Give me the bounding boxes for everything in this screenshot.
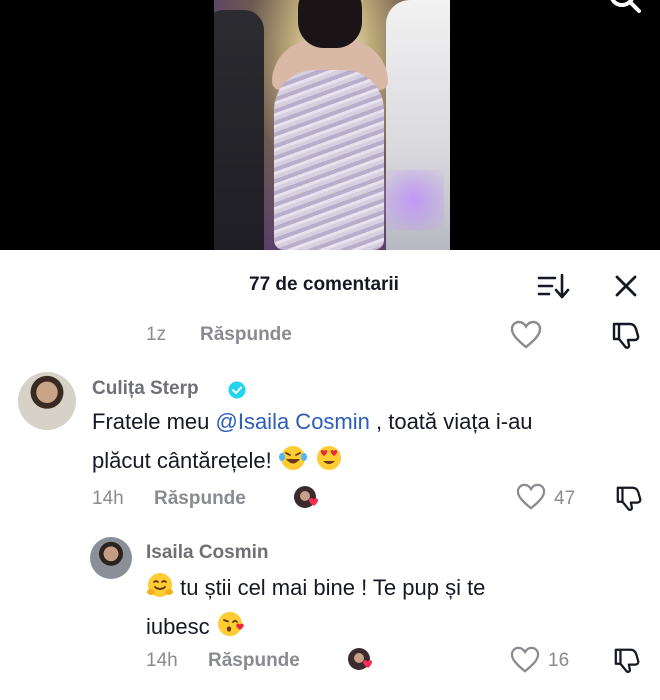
creator-liked-avatar-icon <box>348 648 373 670</box>
comments-header: 77 de comentarii <box>0 252 660 314</box>
laughing-tears-emoji <box>278 446 307 470</box>
comment-text-part: tu știi cel mai bine ! Te pup și te <box>174 575 486 600</box>
like-count: 16 <box>548 650 570 671</box>
reply-button[interactable]: Răspunde <box>208 650 300 672</box>
comment-timestamp: 14h <box>92 488 124 509</box>
video-singer-hair <box>298 0 362 48</box>
comment-timestamp: 1z <box>146 324 167 345</box>
comment-username[interactable]: Isaila Cosmin <box>146 542 269 564</box>
close-icon[interactable] <box>610 270 642 302</box>
like-count: 47 <box>554 488 576 509</box>
comment-text: Fratele meu @Isaila Cosmin , toată viața… <box>92 402 652 480</box>
video-singer-dress <box>274 70 384 250</box>
dislike-icon[interactable] <box>612 646 642 674</box>
comments-panel: 77 de comentarii 1z Răspunde Culița Ster… <box>0 252 660 700</box>
comment-text-part: Fratele meu <box>92 409 216 434</box>
creator-liked-avatar-icon <box>294 486 319 508</box>
video-player[interactable] <box>0 0 660 250</box>
hugging-face-emoji <box>147 573 173 597</box>
comment-text-part: , toată viața i-au <box>369 409 533 434</box>
avatar[interactable] <box>90 537 132 579</box>
heart-icon[interactable] <box>510 646 540 674</box>
kissing-heart-emoji <box>217 612 244 636</box>
dislike-icon[interactable] <box>614 484 644 512</box>
comment-timestamp: 14h <box>146 650 178 671</box>
heart-icon[interactable] <box>510 320 542 350</box>
avatar[interactable] <box>18 372 76 430</box>
video-frame[interactable] <box>214 0 450 250</box>
comment-text: tu știi cel mai bine ! Te pup și te iube… <box>146 568 646 646</box>
comment-text-part: iubesc <box>146 614 210 639</box>
reply-button[interactable]: Răspunde <box>200 324 292 346</box>
verified-badge-icon <box>228 381 246 399</box>
comment-text-part: plăcut cântărețele! <box>92 448 272 473</box>
comment-username[interactable]: Culița Sterp <box>92 378 199 400</box>
video-person-left <box>214 10 264 250</box>
sort-icon[interactable] <box>536 272 570 300</box>
heart-icon[interactable] <box>516 483 546 511</box>
heart-eyes-emoji <box>317 446 342 470</box>
mention-link[interactable]: @Isaila Cosmin <box>216 409 370 434</box>
search-icon[interactable] <box>604 0 644 20</box>
video-light-glow <box>384 170 444 230</box>
dislike-icon[interactable] <box>610 320 642 350</box>
reply-button[interactable]: Răspunde <box>154 488 246 510</box>
